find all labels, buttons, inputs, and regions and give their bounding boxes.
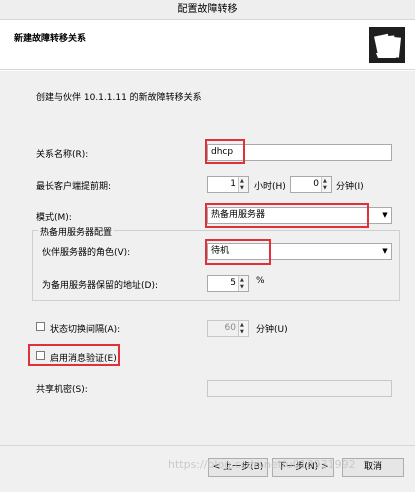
wizard-header: 新建故障转移关系 — [0, 20, 415, 70]
state-switchover-checkbox[interactable] — [36, 322, 45, 331]
state-switchover-value: 60 — [224, 323, 236, 333]
state-switchover-spinner: 60 ▲ ▼ — [207, 320, 249, 337]
hot-standby-group-title: 热备用服务器配置 — [38, 225, 115, 238]
wizard-folder-icon — [369, 27, 405, 63]
reserve-percent-value: 5 — [230, 278, 236, 288]
mclt-minutes-value: 0 — [313, 179, 319, 189]
reserve-percent-unit: % — [256, 276, 265, 286]
window-title: 配置故障转移 — [177, 4, 238, 15]
mclt-hours-spinner[interactable]: 1 ▲ ▼ — [207, 176, 249, 193]
wizard-content: 创建与伙伴 10.1.1.11 的新故障转移关系 关系名称(R): dhcp 最… — [0, 71, 415, 445]
state-switchover-label: 状态切换间隔(A): — [50, 325, 121, 335]
mclt-hours-unit: 小时(H) — [254, 182, 286, 192]
highlight-mode — [205, 203, 369, 228]
chevron-down-icon[interactable]: ▼ — [379, 208, 391, 223]
highlight-enable-auth — [28, 344, 120, 366]
highlight-partner-role — [205, 239, 271, 265]
shared-secret-label: 共享机密(S): — [36, 385, 88, 395]
mclt-minutes-unit: 分钟(I) — [336, 182, 364, 192]
state-switchover-unit: 分钟(U) — [256, 325, 288, 335]
window-titlebar: 配置故障转移 — [0, 0, 415, 20]
wizard-header-title: 新建故障转移关系 — [14, 34, 87, 44]
relationship-name-label: 关系名称(R): — [36, 150, 89, 160]
reserve-percent-arrows[interactable]: ▲ ▼ — [238, 276, 248, 291]
mclt-minutes-spinner[interactable]: 0 ▲ ▼ — [290, 176, 332, 193]
highlight-relationship-name — [205, 139, 245, 164]
intro-text: 创建与伙伴 10.1.1.11 的新故障转移关系 — [36, 93, 202, 103]
mode-label: 模式(M): — [36, 213, 72, 223]
partner-role-label: 伙伴服务器的角色(V): — [42, 248, 131, 258]
mclt-label: 最长客户端提前期: — [36, 182, 112, 192]
mclt-hours-arrows[interactable]: ▲ ▼ — [238, 177, 248, 192]
mclt-hours-value: 1 — [230, 179, 236, 189]
chevron-down-icon[interactable]: ▼ — [379, 244, 391, 259]
reserve-percent-spinner[interactable]: 5 ▲ ▼ — [207, 275, 249, 292]
state-switchover-arrows: ▲ ▼ — [238, 321, 248, 336]
watermark-text: https://blog.csdn.net/u013931992 — [168, 458, 356, 471]
mclt-minutes-arrows[interactable]: ▲ ▼ — [321, 177, 331, 192]
shared-secret-input — [207, 380, 392, 397]
reserve-address-label: 为备用服务器保留的地址(D): — [42, 281, 158, 291]
